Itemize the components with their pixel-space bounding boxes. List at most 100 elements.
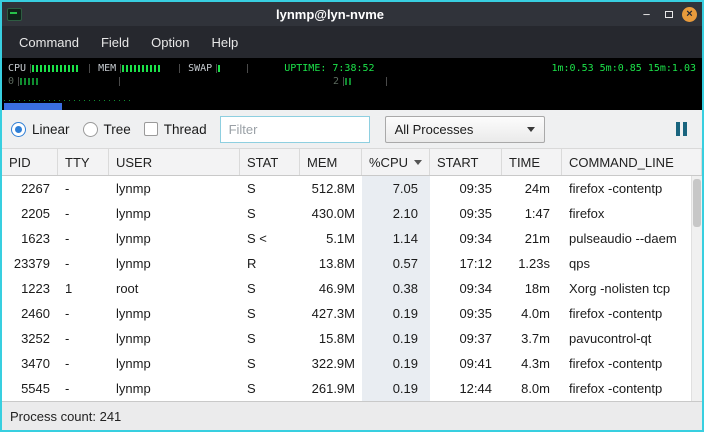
cell-pid: 23379 — [2, 251, 58, 276]
checkbox-icon — [144, 122, 158, 136]
minimize-button[interactable]: − — [638, 6, 655, 23]
window-controls: − × — [638, 6, 697, 23]
table-row[interactable]: 3470 - lynmp S 322.9M 0.19 09:41 4.3m fi… — [2, 351, 702, 376]
linear-radio[interactable]: Linear — [11, 122, 70, 137]
table-row[interactable]: 1223 1 root S 46.9M 0.38 09:34 18m Xorg … — [2, 276, 702, 301]
cell-tty: - — [58, 376, 109, 401]
table-row[interactable]: 5545 - lynmp S 261.9M 0.19 12:44 8.0m fi… — [2, 376, 702, 401]
close-button[interactable]: × — [682, 7, 697, 22]
process-count-text: Process count: 241 — [10, 409, 121, 424]
process-filter-dropdown[interactable]: All Processes — [385, 116, 545, 143]
cell-mem: 46.9M — [300, 276, 362, 301]
column-header-tty[interactable]: TTY — [58, 149, 109, 175]
table-row[interactable]: 23379 - lynmp R 13.8M 0.57 17:12 1.23s q… — [2, 251, 702, 276]
cell-user: lynmp — [109, 301, 240, 326]
table-row[interactable]: 2205 - lynmp S 430.0M 2.10 09:35 1:47 fi… — [2, 201, 702, 226]
cpu-header-label: %CPU — [369, 155, 408, 170]
cell-user: lynmp — [109, 376, 240, 401]
cell-tty: - — [58, 301, 109, 326]
cell-stat: R — [240, 251, 300, 276]
cell-user: lynmp — [109, 176, 240, 201]
column-header-time[interactable]: TIME — [502, 149, 562, 175]
pause-button[interactable] — [672, 118, 691, 140]
cell-user: lynmp — [109, 226, 240, 251]
column-header-cpu[interactable]: %CPU — [362, 149, 430, 175]
cell-tty: - — [58, 326, 109, 351]
cpu-meter-label: CPU — [8, 63, 26, 74]
app-window: lynmp@lyn-nvme − × Command Field Option … — [0, 0, 704, 432]
cell-mem: 5.1M — [300, 226, 362, 251]
load-history-graph — [4, 100, 132, 110]
column-header-command-line[interactable]: COMMAND_LINE — [562, 149, 702, 175]
column-header-stat[interactable]: STAT — [240, 149, 300, 175]
cell-mem: 15.8M — [300, 326, 362, 351]
chevron-down-icon — [527, 127, 535, 132]
cell-start: 17:12 — [430, 251, 502, 276]
cell-time: 3.7m — [502, 326, 562, 351]
cell-time: 8.0m — [502, 376, 562, 401]
cell-stat: S — [240, 276, 300, 301]
restore-button[interactable] — [660, 6, 677, 23]
cell-command-line: pavucontrol-qt — [562, 326, 702, 351]
thread-checkbox[interactable]: Thread — [144, 122, 207, 137]
cell-pid: 3252 — [2, 326, 58, 351]
cell-tty: - — [58, 201, 109, 226]
filter-input[interactable] — [220, 116, 370, 143]
cell-cpu: 7.05 — [362, 176, 430, 201]
menu-command[interactable]: Command — [8, 30, 90, 55]
column-header-mem[interactable]: MEM — [300, 149, 362, 175]
cell-start: 09:37 — [430, 326, 502, 351]
table-row[interactable]: 2267 - lynmp S 512.8M 7.05 09:35 24m fir… — [2, 176, 702, 201]
statusbar: Process count: 241 — [2, 401, 702, 430]
controls-bar: Linear Tree Thread All Processes — [2, 110, 702, 148]
tree-radio[interactable]: Tree — [83, 122, 131, 137]
restore-icon — [665, 11, 673, 18]
column-header-start[interactable]: START — [430, 149, 502, 175]
cell-start: 09:34 — [430, 226, 502, 251]
menu-help[interactable]: Help — [200, 30, 249, 55]
table-row[interactable]: 2460 - lynmp S 427.3M 0.19 09:35 4.0m fi… — [2, 301, 702, 326]
cell-mem: 13.8M — [300, 251, 362, 276]
cell-command-line: firefox -contentp — [562, 376, 702, 401]
cell-stat: S — [240, 176, 300, 201]
cell-cpu: 0.19 — [362, 351, 430, 376]
core2-label: 2 — [333, 76, 339, 87]
menu-field[interactable]: Field — [90, 30, 140, 55]
table-row[interactable]: 1623 - lynmp S < 5.1M 1.14 09:34 21m pul… — [2, 226, 702, 251]
cell-stat: S — [240, 376, 300, 401]
cell-tty: - — [58, 351, 109, 376]
load-average-text: 1m:0.53 5m:0.85 15m:1.03 — [552, 63, 697, 74]
core2-meter — [343, 77, 387, 86]
cell-tty: - — [58, 226, 109, 251]
cell-time: 24m — [502, 176, 562, 201]
cell-pid: 3470 — [2, 351, 58, 376]
cell-cpu: 2.10 — [362, 201, 430, 226]
table-row[interactable]: 3252 - lynmp S 15.8M 0.19 09:37 3.7m pav… — [2, 326, 702, 351]
cell-mem: 322.9M — [300, 351, 362, 376]
load-graph-bar — [4, 103, 62, 110]
scrollbar-thumb[interactable] — [693, 179, 701, 227]
cell-stat: S — [240, 351, 300, 376]
tree-label: Tree — [104, 122, 131, 137]
cell-user: lynmp — [109, 201, 240, 226]
cell-command-line: Xorg -nolisten tcp — [562, 276, 702, 301]
cell-cpu: 1.14 — [362, 226, 430, 251]
column-header-user[interactable]: USER — [109, 149, 240, 175]
cell-stat: S < — [240, 226, 300, 251]
swap-meter-label: SWAP — [188, 63, 212, 74]
menu-option[interactable]: Option — [140, 30, 200, 55]
cell-start: 09:35 — [430, 201, 502, 226]
window-title: lynmp@lyn-nvme — [22, 7, 638, 22]
column-header-pid[interactable]: PID — [2, 149, 58, 175]
table-body: 2267 - lynmp S 512.8M 7.05 09:35 24m fir… — [2, 176, 702, 401]
cell-pid: 2460 — [2, 301, 58, 326]
cell-cpu: 0.57 — [362, 251, 430, 276]
cell-command-line: firefox -contentp — [562, 351, 702, 376]
cell-start: 09:41 — [430, 351, 502, 376]
graph-baseline — [4, 100, 132, 101]
cell-cpu: 0.19 — [362, 376, 430, 401]
vertical-scrollbar[interactable] — [691, 176, 702, 401]
cell-pid: 1223 — [2, 276, 58, 301]
cell-user: lynmp — [109, 326, 240, 351]
cell-user: root — [109, 276, 240, 301]
